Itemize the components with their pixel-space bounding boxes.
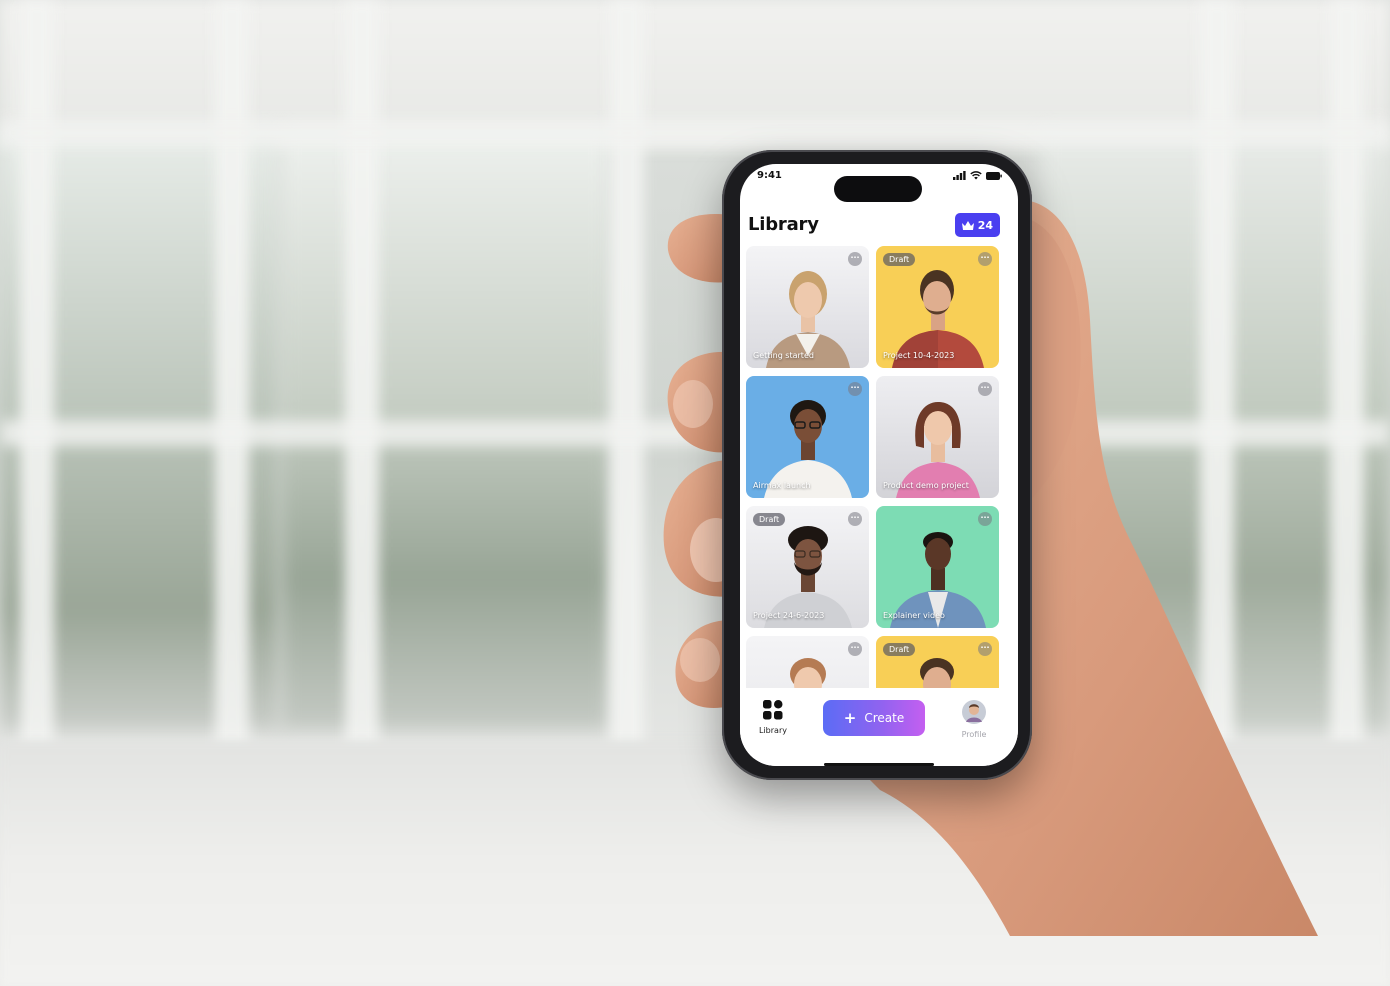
bottom-tab-bar: Library + Create Profile (740, 688, 1018, 766)
tab-label: Profile (961, 730, 987, 739)
app-screen: 9:41 Library 24 ··· Getting started Draf… (740, 164, 1018, 766)
card-title: Airmax launch (753, 481, 811, 490)
credits-count: 24 (977, 218, 993, 232)
phone-device: 9:41 Library 24 ··· Getting started Draf… (722, 150, 1032, 780)
card-title: Getting started (753, 351, 814, 360)
tab-profile[interactable]: Profile (944, 700, 1004, 739)
dynamic-island (834, 176, 922, 202)
draft-badge: Draft (883, 253, 916, 266)
project-card-airmax-launch[interactable]: ··· Airmax launch (746, 376, 869, 498)
more-options-icon[interactable]: ··· (978, 642, 992, 656)
signal-icon (953, 171, 966, 180)
page-title: Library (748, 214, 819, 235)
home-indicator (824, 763, 934, 766)
library-header: Library 24 (740, 200, 1018, 240)
more-options-icon[interactable]: ··· (978, 382, 992, 396)
project-card[interactable]: ··· (746, 636, 869, 688)
status-time: 9:41 (757, 170, 782, 181)
card-title: Product demo project (883, 481, 969, 490)
tab-library[interactable]: Library (743, 700, 803, 735)
more-options-icon[interactable]: ··· (978, 252, 992, 266)
card-title: Project 24-6-2023 (753, 611, 825, 620)
draft-badge: Draft (753, 513, 786, 526)
more-options-icon[interactable]: ··· (978, 512, 992, 526)
create-label: Create (864, 711, 905, 725)
wifi-icon (970, 171, 982, 180)
avatar (962, 700, 986, 724)
tab-label: Library (759, 726, 787, 735)
crown-icon (961, 220, 974, 230)
project-card-explainer-video[interactable]: ··· Explainer video (876, 506, 999, 628)
project-grid: ··· Getting started Draft ··· Project 10… (746, 246, 1002, 688)
project-card-project-10-4-2023[interactable]: Draft ··· Project 10-4-2023 (876, 246, 999, 368)
project-card-project-24-6-2023[interactable]: Draft ··· Project 24-6-2023 (746, 506, 869, 628)
battery-icon (986, 171, 1002, 180)
more-options-icon[interactable]: ··· (848, 512, 862, 526)
card-title: Project 10-4-2023 (883, 351, 955, 360)
create-button[interactable]: + Create (823, 700, 925, 736)
credits-badge[interactable]: 24 (954, 213, 1000, 237)
card-title: Explainer video (883, 611, 945, 620)
more-options-icon[interactable]: ··· (848, 252, 862, 266)
project-card-product-demo-project[interactable]: ··· Product demo project (876, 376, 999, 498)
grid-icon (763, 700, 783, 720)
plus-icon: + (843, 709, 857, 727)
draft-badge: Draft (883, 643, 916, 656)
project-card-getting-started[interactable]: ··· Getting started (746, 246, 869, 368)
office-background (0, 0, 1390, 986)
project-card[interactable]: Draft ··· (876, 636, 999, 688)
more-options-icon[interactable]: ··· (848, 642, 862, 656)
more-options-icon[interactable]: ··· (848, 382, 862, 396)
